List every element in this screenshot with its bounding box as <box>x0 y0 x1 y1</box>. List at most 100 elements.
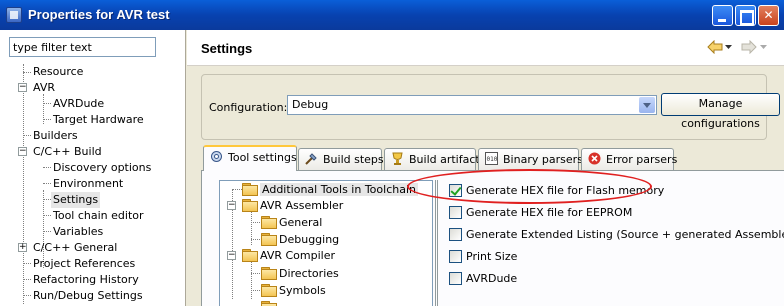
tree-item-discovery-options[interactable]: Discovery options <box>53 160 151 176</box>
back-arrow-icon[interactable] <box>707 40 723 54</box>
folder-settings-icon <box>261 301 277 306</box>
tool-item-label: AVR Compiler <box>260 249 335 262</box>
tree-line <box>23 72 31 73</box>
window-title: Properties for AVR test <box>28 7 170 22</box>
left-pane: type filter text − − + Resource AVR AVRD… <box>0 30 186 306</box>
option-label: Generate HEX file for EEPROM <box>466 206 633 219</box>
tree-item-avr[interactable]: AVR <box>33 80 55 96</box>
tree-item-refactoring-history[interactable]: Refactoring History <box>33 272 139 288</box>
forward-dropdown-icon[interactable] <box>760 45 767 50</box>
folder-settings-icon <box>261 284 277 297</box>
tree-line <box>251 273 260 274</box>
tool-item-symbols[interactable]: Symbols <box>261 283 326 299</box>
tool-item-additional-tools[interactable]: Additional Tools in Toolchain <box>242 182 418 198</box>
tree-item-avrdude[interactable]: AVRDude <box>53 96 104 112</box>
tree-line <box>23 279 31 280</box>
svg-text:010: 010 <box>487 156 498 163</box>
tree-item-resource[interactable]: Resource <box>33 64 83 80</box>
tool-item-label: AVR Assembler <box>260 199 344 212</box>
tree-line <box>23 263 31 264</box>
tree-line <box>43 215 51 216</box>
filter-input[interactable]: type filter text <box>9 37 156 57</box>
tool-settings-panel: − − Additional Tools in Toolchain AVR As… <box>201 170 784 306</box>
folder-settings-icon <box>261 267 277 280</box>
settings-page: Settings Configuration: Debug Manage con… <box>187 30 784 306</box>
tool-item-label: Additional Tools in Toolchain <box>260 183 418 196</box>
configuration-select[interactable]: Debug <box>287 95 657 115</box>
configuration-group: Configuration: Debug Manage configuratio… <box>201 74 780 140</box>
page-header: Settings <box>187 30 784 66</box>
maximize-button[interactable] <box>735 5 756 26</box>
tool-item-label: Debugging <box>279 233 340 246</box>
tool-item-debugging[interactable]: Debugging <box>261 232 339 248</box>
tree-item-environment[interactable]: Environment <box>53 176 123 192</box>
tab-build-artifact[interactable]: Build artifact <box>384 148 480 170</box>
tree-item-target-hardware[interactable]: Target Hardware <box>53 112 144 128</box>
checkbox[interactable] <box>449 272 462 285</box>
configuration-value: Debug <box>292 98 329 111</box>
tab-tool-settings[interactable]: Tool settings <box>203 145 297 171</box>
checkbox[interactable] <box>449 228 462 241</box>
tool-settings-icon <box>211 151 222 162</box>
forward-arrow-icon[interactable] <box>741 40 757 54</box>
folder-settings-icon <box>242 183 258 196</box>
collapse-icon[interactable]: − <box>18 147 27 156</box>
minimize-button[interactable] <box>712 5 733 26</box>
tool-item-directories[interactable]: Directories <box>261 266 339 282</box>
tab-label: Build artifact <box>409 153 480 166</box>
tree-line <box>43 119 51 120</box>
splitter <box>437 180 438 306</box>
build-artifact-icon <box>392 152 403 165</box>
option-label: AVRDude <box>466 272 518 285</box>
tool-item-label: General <box>279 216 323 229</box>
manage-configurations-button[interactable]: Manage configurations <box>661 93 780 130</box>
folder-settings-icon <box>261 233 277 246</box>
checkbox[interactable] <box>449 184 462 197</box>
tab-binary-parsers[interactable]: 010 Binary parsers <box>478 148 583 170</box>
tool-tree: − − Additional Tools in Toolchain AVR As… <box>219 180 433 306</box>
tab-label: Build steps <box>323 153 384 166</box>
tree-item-project-references[interactable]: Project References <box>33 256 135 272</box>
build-steps-icon <box>305 153 317 165</box>
collapse-icon[interactable]: − <box>227 201 236 210</box>
tree-line <box>43 167 51 168</box>
splitter[interactable] <box>435 180 436 306</box>
option-label: Generate Extended Listing (Source + gene… <box>466 228 784 241</box>
tree-line <box>23 295 31 296</box>
checkbox[interactable] <box>449 206 462 219</box>
tree-item-run-debug-settings[interactable]: Run/Debug Settings <box>33 288 143 304</box>
tree-item-tool-chain-editor[interactable]: Tool chain editor <box>53 208 144 224</box>
tab-build-steps[interactable]: Build steps <box>298 148 384 170</box>
collapse-icon[interactable]: − <box>227 251 236 260</box>
collapse-icon[interactable]: − <box>18 83 27 92</box>
tree-item-variables[interactable]: Variables <box>53 224 103 240</box>
tree-line <box>23 135 31 136</box>
tree-item-settings[interactable]: Settings <box>51 192 101 208</box>
tool-item-label: Directories <box>279 267 339 280</box>
tool-item-general[interactable]: General <box>261 215 322 231</box>
tool-item-avr-compiler[interactable]: AVR Compiler <box>242 248 335 264</box>
tree-item-builders[interactable]: Builders <box>33 128 78 144</box>
binary-parsers-icon: 010 <box>485 152 498 165</box>
expand-icon[interactable]: + <box>18 243 27 252</box>
tree-item-cpp-build[interactable]: C/C++ Build <box>33 144 102 160</box>
page-title: Settings <box>201 41 253 56</box>
option-label: Generate HEX file for Flash memory <box>466 184 665 197</box>
tool-item-partial[interactable] <box>261 300 279 306</box>
error-parsers-icon <box>588 152 601 165</box>
chevron-down-icon[interactable] <box>639 97 655 113</box>
folder-settings-icon <box>261 216 277 229</box>
folder-icon <box>242 199 258 212</box>
back-dropdown-icon[interactable] <box>725 45 732 50</box>
checkbox[interactable] <box>449 250 462 263</box>
tab-label: Binary parsers <box>503 153 583 166</box>
tool-item-label: Symbols <box>279 284 326 297</box>
tab-error-parsers[interactable]: Error parsers <box>581 148 677 170</box>
tree-line <box>43 183 51 184</box>
configuration-label: Configuration: <box>209 101 288 114</box>
close-button[interactable]: ✕ <box>758 5 779 26</box>
tree-line <box>43 103 51 104</box>
tree-item-cpp-general[interactable]: C/C++ General <box>33 240 117 256</box>
tree-line <box>251 222 260 223</box>
tool-item-avr-assembler[interactable]: AVR Assembler <box>242 198 343 214</box>
